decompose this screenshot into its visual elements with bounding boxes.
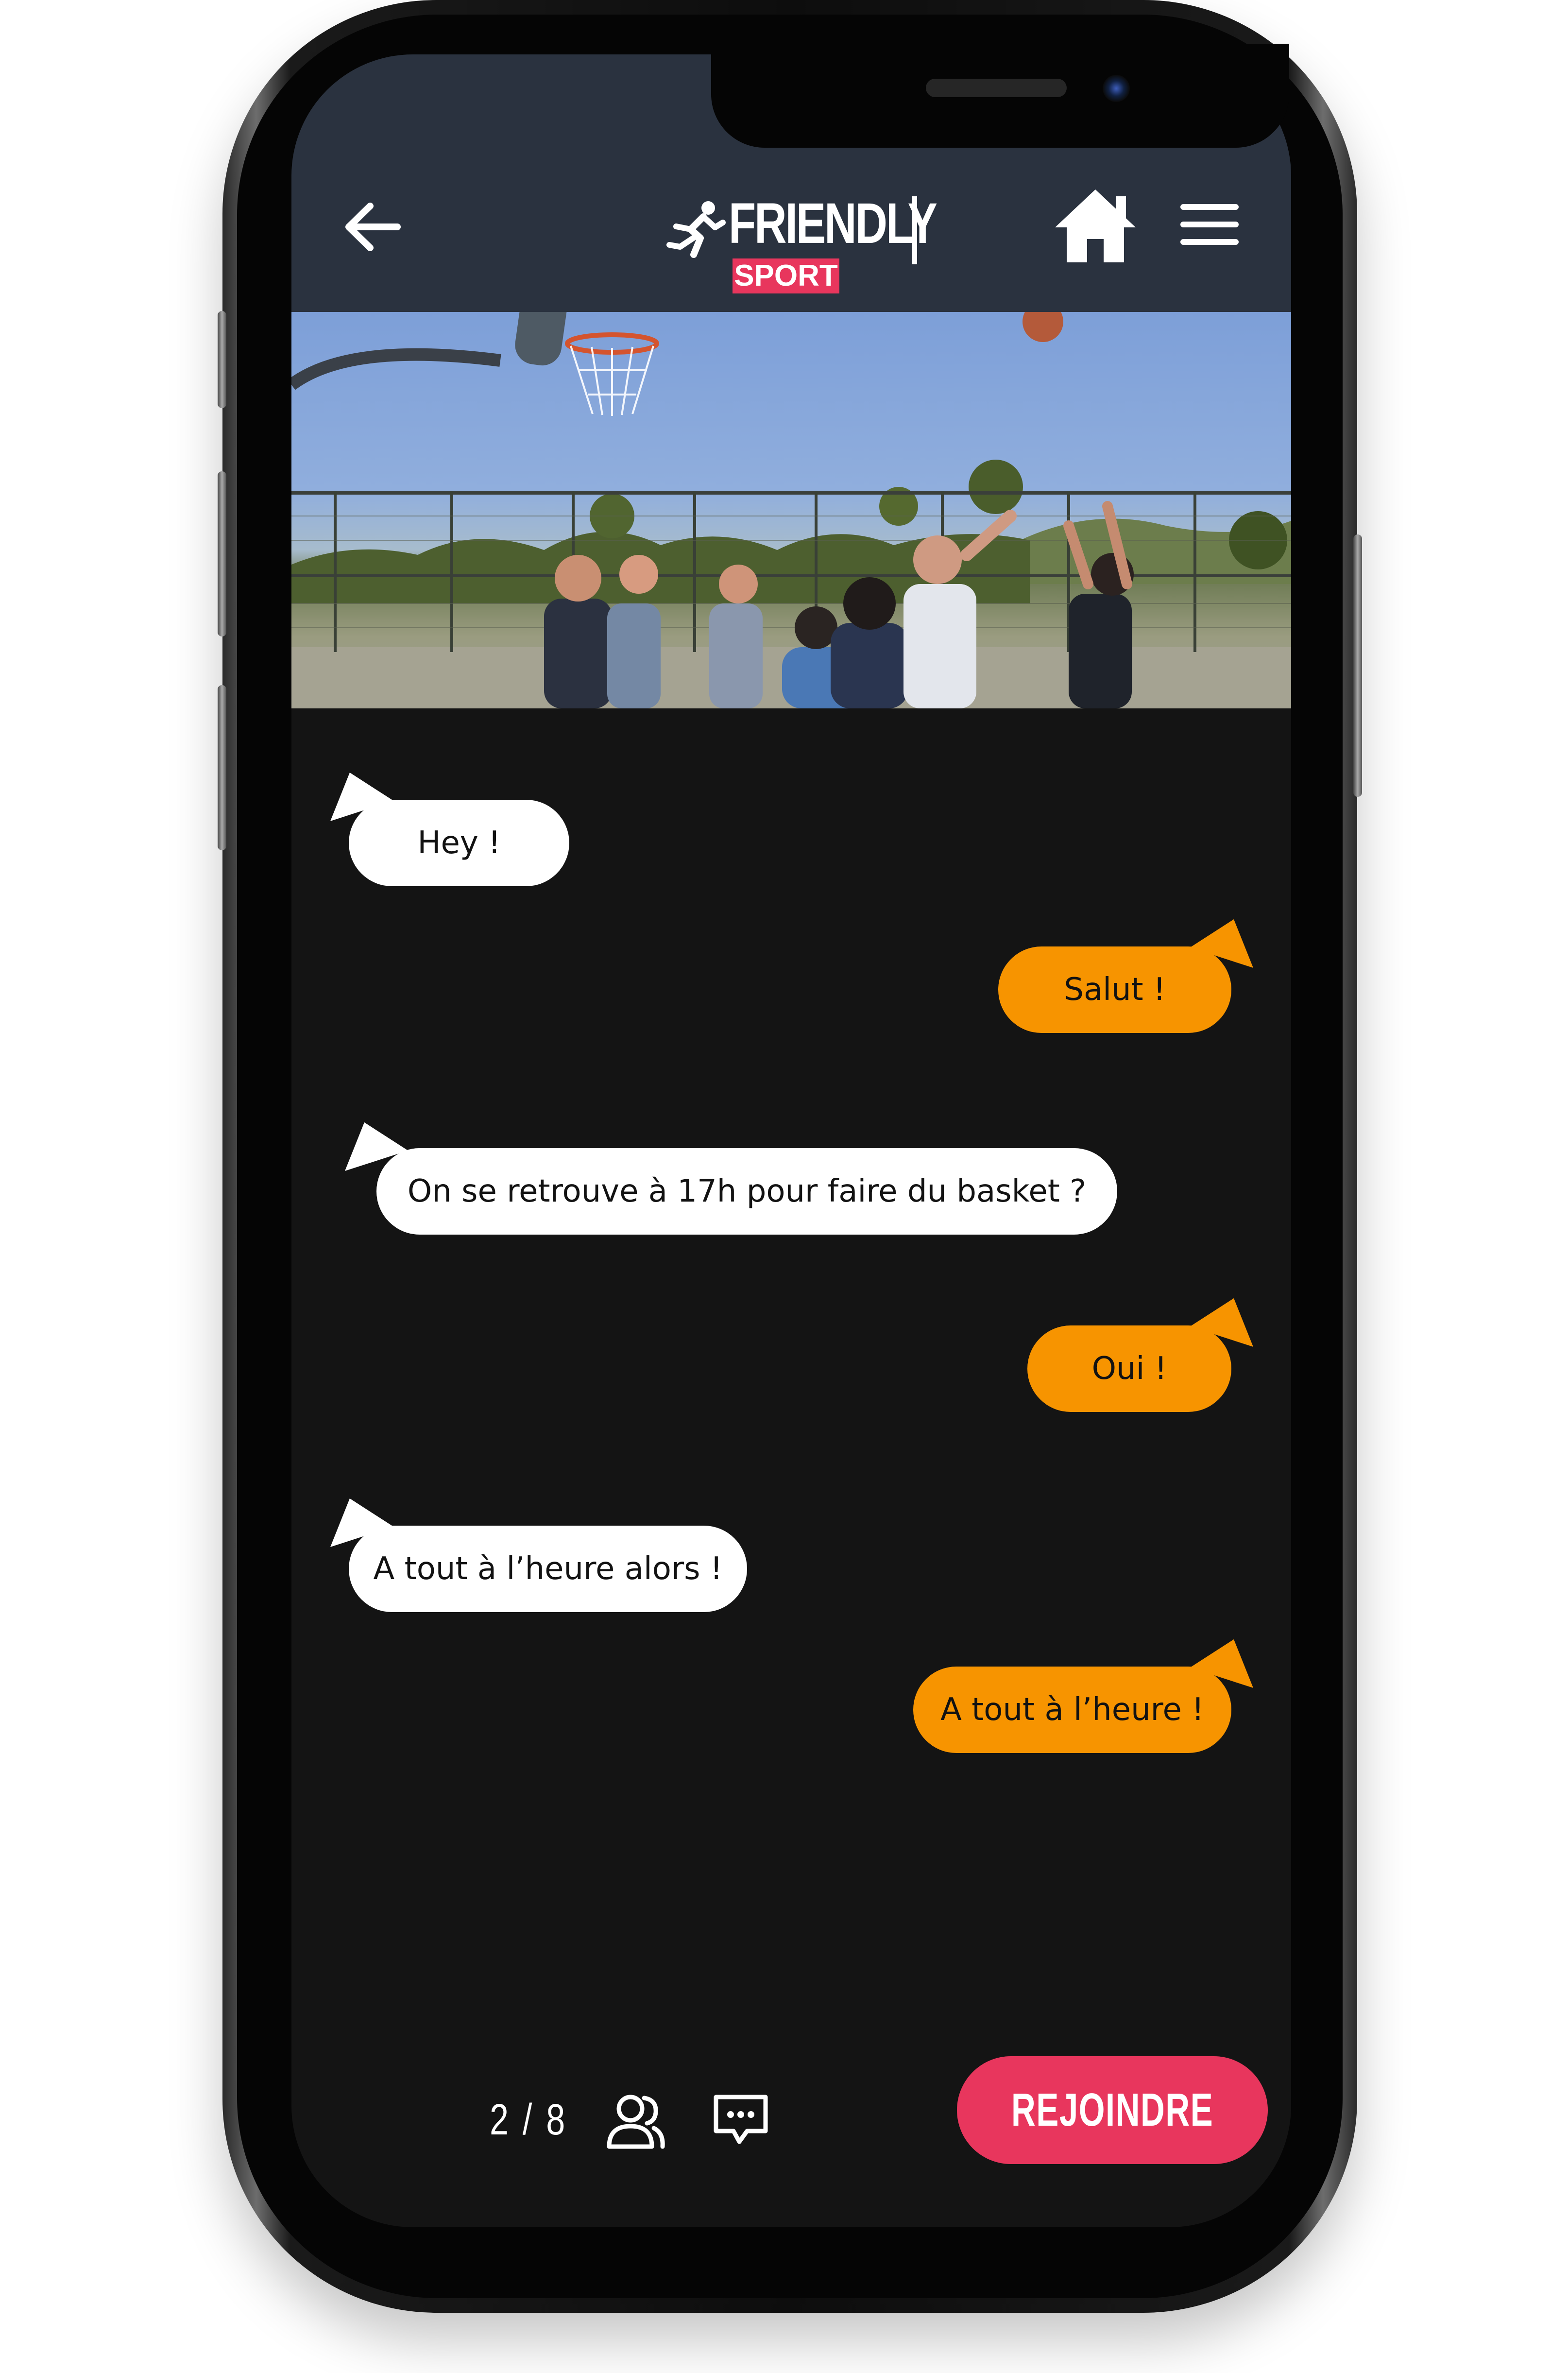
chat-thread: Hey ! Salut ! On se retrouve à 17h pour … (291, 708, 1291, 2020)
message-text: On se retrouve à 17h pour faire du baske… (376, 1148, 1117, 1235)
runner-icon (666, 201, 726, 258)
join-button-label: REJOINDRE (1011, 2084, 1214, 2136)
message-text: Salut ! (998, 946, 1231, 1033)
volume-down-button (218, 685, 226, 850)
logo-divider (912, 196, 917, 264)
bottom-action-bar: 2 / 8 REJOINDRE (291, 2037, 1291, 2183)
friendly-sport-logo: FRIENDLY SPORT (665, 186, 957, 312)
volume-up-button (218, 471, 226, 636)
phone-notch (711, 44, 1289, 148)
back-arrow-icon[interactable] (340, 195, 403, 258)
phone-screen: FRIENDLY SPORT Hey ! Salut ! On se retro… (291, 54, 1291, 2227)
message-text: Oui ! (1027, 1325, 1231, 1412)
message-text: Hey ! (349, 800, 569, 886)
hamburger-menu-icon[interactable] (1176, 195, 1244, 254)
brand-name: FRIENDLY (729, 191, 937, 256)
earpiece-speaker (926, 79, 1067, 97)
power-button (1353, 534, 1362, 797)
participants-count: 2 / 8 (490, 2096, 567, 2144)
people-icon[interactable] (603, 2089, 666, 2152)
message-text: A tout à l’heure ! (913, 1667, 1231, 1753)
silent-switch (218, 311, 226, 408)
basketball-scene (291, 312, 1291, 708)
front-camera (1103, 75, 1130, 102)
brand-sub: SPORT (733, 258, 839, 293)
home-icon[interactable] (1049, 180, 1142, 272)
chat-bubble-icon[interactable] (709, 2091, 772, 2149)
hero-photo (291, 312, 1291, 708)
join-button[interactable]: REJOINDRE (957, 2056, 1268, 2164)
message-text: A tout à l’heure alors ! (349, 1526, 747, 1612)
